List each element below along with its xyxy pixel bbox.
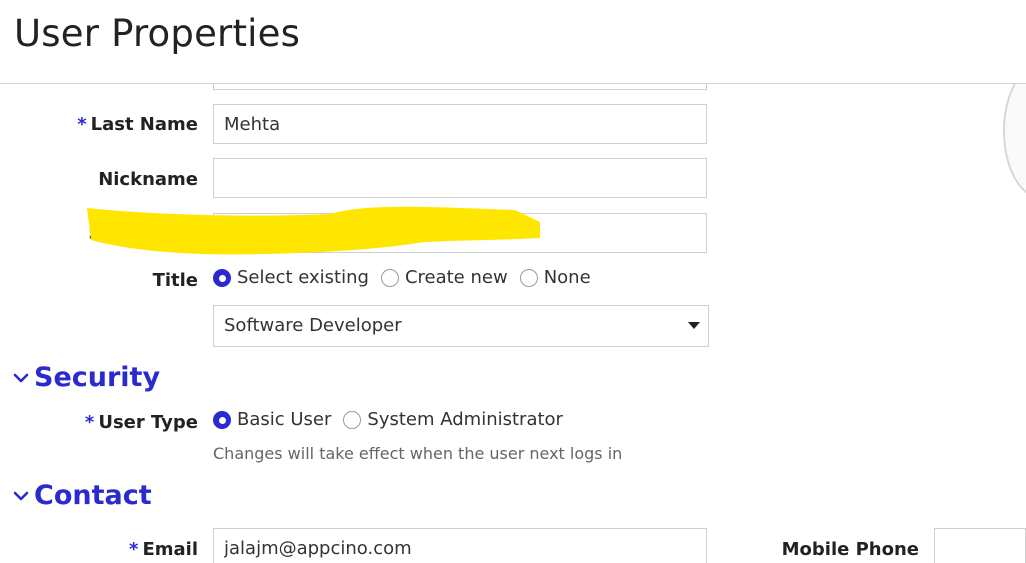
user-type-option-basic[interactable]: Basic User <box>213 409 331 430</box>
required-mark: * <box>129 539 139 560</box>
chevron-down-icon <box>13 491 29 500</box>
nickname-label: Nickname <box>98 169 198 190</box>
email-label: * Email <box>129 539 198 560</box>
title-option-create-new[interactable]: Create new <box>380 267 508 288</box>
user-type-label: * User Type <box>84 412 198 433</box>
radio-unchecked-icon <box>343 410 362 429</box>
caret-down-icon <box>688 322 700 329</box>
page-header: User Properties <box>0 0 1026 84</box>
radio-checked-icon <box>213 410 231 429</box>
section-contact-toggle[interactable]: Contact <box>12 480 152 511</box>
supervisor-field[interactable] <box>213 213 707 253</box>
nickname-field[interactable] <box>213 158 707 198</box>
title-option-none[interactable]: None <box>519 267 591 288</box>
last-name-label: * Last Name <box>77 114 198 135</box>
required-mark: * <box>77 114 87 135</box>
last-name-field[interactable] <box>213 104 707 144</box>
title-label: Title <box>152 270 198 291</box>
title-radio-group: Select existing Create new None <box>213 267 603 288</box>
mobile-phone-field[interactable] <box>934 528 1026 563</box>
chevron-down-icon <box>13 373 29 382</box>
radio-unchecked-icon <box>519 268 538 287</box>
title-select[interactable]: Software Developer <box>213 305 709 347</box>
section-security-toggle[interactable]: Security <box>12 362 160 393</box>
user-type-option-admin[interactable]: System Administrator <box>343 409 563 430</box>
radio-unchecked-icon <box>380 268 399 287</box>
form-scroll-area[interactable]: *Last Name Nickname Supervisor Title Sel… <box>0 84 1026 563</box>
mobile-phone-label: Mobile Phone <box>781 539 919 560</box>
user-type-radio-group: Basic User System Administrator <box>213 409 575 430</box>
radio-checked-icon <box>213 268 231 287</box>
page-title: User Properties <box>14 12 301 55</box>
supervisor-label: Supervisor <box>88 223 198 244</box>
avatar <box>1003 84 1026 198</box>
first-name-field-partial[interactable] <box>213 84 707 90</box>
required-mark: * <box>84 412 95 433</box>
title-option-select-existing[interactable]: Select existing <box>213 267 369 288</box>
user-type-help-text: Changes will take effect when the user n… <box>213 444 623 463</box>
email-field[interactable] <box>213 528 707 563</box>
